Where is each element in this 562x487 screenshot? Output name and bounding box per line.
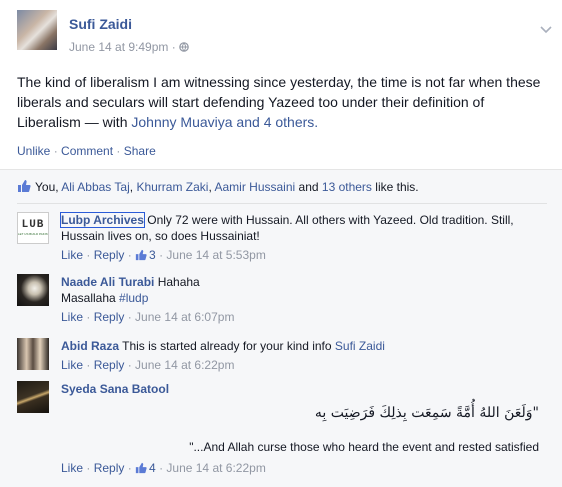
chevron-down-icon[interactable] <box>540 26 552 34</box>
comment-body: Lubp Archives Only 72 were with Hussain.… <box>60 212 547 263</box>
comment-text: This is started already for your kind in… <box>119 339 335 353</box>
comment-like-link[interactable]: Like <box>61 461 83 475</box>
meta-separator: · <box>171 40 176 54</box>
comment-avatar[interactable] <box>17 338 49 370</box>
comment-author-link[interactable]: Abid Raza <box>61 339 119 353</box>
likes-you: You, <box>35 180 62 194</box>
tagged-person-link[interactable]: Johnny Muaviya <box>131 114 232 130</box>
likes-count-value: 4 <box>149 461 156 475</box>
tagged-others-link[interactable]: 4 others <box>264 114 315 130</box>
mention-link[interactable]: Sufi Zaidi <box>335 339 385 353</box>
comment-author-link[interactable]: Naade Ali Turabi <box>61 275 154 289</box>
feedback-section: You, Ali Abbas Taj, Khurram Zaki, Aamir … <box>0 169 562 487</box>
comment-like-link[interactable]: Like <box>61 310 83 324</box>
post-timestamp[interactable]: June 14 at 9:49pm <box>69 40 168 54</box>
comment-reply-link[interactable]: Reply <box>94 358 125 372</box>
like-thumb-icon <box>135 462 147 474</box>
likes-summary: You, Ali Abbas Taj, Khurram Zaki, Aamir … <box>17 179 547 201</box>
comment-footer: Like · Reply · June 14 at 6:22pm <box>61 358 235 372</box>
comment-item: Syeda Sana Batool "وَلَعَنَ اللهُ أُمَّة… <box>17 381 547 481</box>
comment-timestamp[interactable]: June 14 at 6:22pm <box>166 461 265 475</box>
like-thumb-icon <box>135 249 147 261</box>
comment-item: Abid Raza This is started already for yo… <box>17 338 547 378</box>
comment-footer: Like · Reply · June 14 at 6:07pm <box>61 310 235 324</box>
comment-body: Abid Raza This is started already for yo… <box>61 338 547 373</box>
comment-body: Naade Ali Turabi Hahaha Masallaha #ludp … <box>61 274 547 325</box>
action-dot: · <box>50 144 62 158</box>
globe-icon[interactable] <box>179 42 189 52</box>
comment-timestamp[interactable]: June 14 at 6:22pm <box>135 358 234 372</box>
like-thumb-icon <box>18 180 31 192</box>
comment-footer: Like · Reply · 3 · June 14 at 5:53pm <box>61 248 266 262</box>
comment-timestamp[interactable]: June 14 at 6:07pm <box>135 310 234 324</box>
comment-reply-link[interactable]: Reply <box>94 248 125 262</box>
comment-like-link[interactable]: Like <box>61 248 83 262</box>
post-actions: Unlike · Comment · Share <box>17 144 156 158</box>
post-header: Sufi Zaidi June 14 at 9:49pm · <box>17 10 552 60</box>
likes-count-value: 3 <box>149 248 156 262</box>
comment-likes-count[interactable]: 4 <box>135 461 156 475</box>
hashtag-link[interactable]: #ludp <box>119 291 148 305</box>
avatar-logo-text: LUB <box>21 219 45 231</box>
comment-link[interactable]: Comment <box>61 144 113 158</box>
author-avatar[interactable] <box>17 10 57 50</box>
comment-text: Hahaha <box>154 275 200 289</box>
liker-name-link[interactable]: Khurram Zaki <box>136 180 208 194</box>
comment-like-link[interactable]: Like <box>61 358 83 372</box>
comment-item: Naade Ali Turabi Hahaha Masallaha #ludp … <box>17 274 547 326</box>
liker-name-link[interactable]: Ali Abbas Taj <box>61 180 130 194</box>
avatar-logo-subtext: LET US BUILD PAKISTAN <box>18 232 48 236</box>
comment-reply-link[interactable]: Reply <box>94 310 125 324</box>
comment-avatar[interactable]: LUB LET US BUILD PAKISTAN <box>17 212 49 244</box>
comment-avatar[interactable] <box>17 274 49 306</box>
comment-author-link[interactable]: Syeda Sana Batool <box>61 382 169 396</box>
post-author-name[interactable]: Sufi Zaidi <box>69 16 132 32</box>
likes-others-link[interactable]: 13 others <box>322 180 372 194</box>
share-link[interactable]: Share <box>124 144 156 158</box>
comment-timestamp[interactable]: June 14 at 5:53pm <box>166 248 265 262</box>
comment-text: Masallaha <box>61 291 120 305</box>
likes-and: and <box>295 180 322 194</box>
liker-name-link[interactable]: Aamir Hussaini <box>214 180 295 194</box>
post-meta: June 14 at 9:49pm · <box>69 40 189 54</box>
tag-and-text: and <box>232 114 264 130</box>
comment-footer: Like · Reply · 4 · June 14 at 6:22pm <box>61 461 266 475</box>
comment-arabic-text: "وَلَعَنَ اللهُ أُمَّةً سَمِعَت بِذلِكَ … <box>314 405 539 421</box>
post-card: Sufi Zaidi June 14 at 9:49pm · The kind … <box>0 0 562 487</box>
comment-author-link[interactable]: Lubp Archives <box>60 212 145 228</box>
comment-likes-count[interactable]: 3 <box>135 248 156 262</box>
comment-reply-link[interactable]: Reply <box>94 461 125 475</box>
tag-end-punct: . <box>314 114 319 130</box>
comment-item: LUB LET US BUILD PAKISTAN Lubp Archives … <box>17 212 547 264</box>
comment-body: Syeda Sana Batool "وَلَعَنَ اللهُ أُمَّة… <box>61 381 547 476</box>
likes-suffix: like this. <box>371 180 419 194</box>
comment-avatar[interactable] <box>17 381 49 413</box>
action-dot: · <box>113 144 124 158</box>
comment-translation-text: "...And Allah curse those who heard the … <box>189 440 539 454</box>
post-body-text: The kind of liberalism I am witnessing s… <box>17 72 547 132</box>
unlike-link[interactable]: Unlike <box>17 144 50 158</box>
divider <box>17 203 547 204</box>
